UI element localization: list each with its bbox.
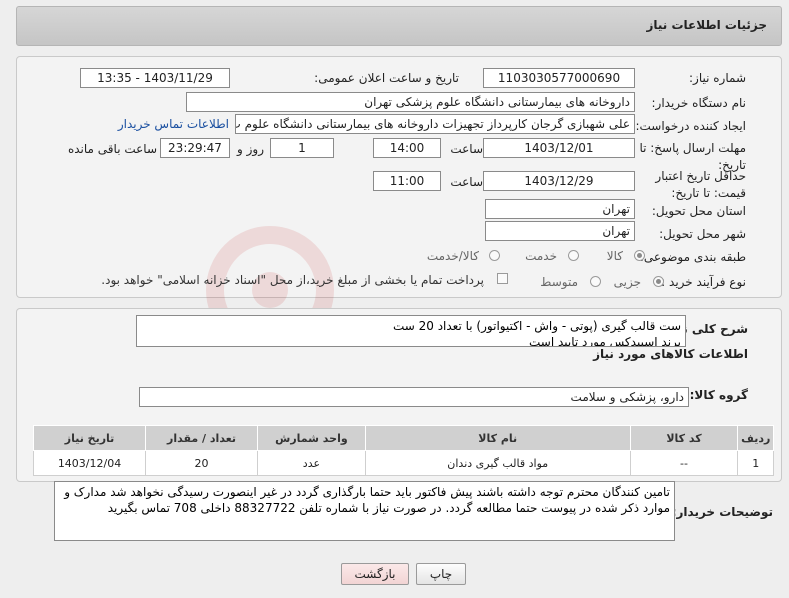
category-radio-service[interactable] [568, 250, 579, 261]
cell-name: مواد قالب گیری دندان [364, 450, 631, 476]
buyer-notes-textarea[interactable]: تامین کنندگان محترم توجه داشته باشند پیش… [54, 481, 675, 541]
province-label: استان محل تحویل: [651, 204, 746, 218]
price-validity-time-label: ساعت [450, 175, 483, 189]
page-title: جزئیات اطلاعات نیاز [646, 18, 767, 32]
category-radio-goods[interactable] [634, 250, 645, 261]
goods-section-title: اطلاعات کالاهای مورد نیاز [593, 347, 748, 361]
announce-datetime-label: تاریخ و ساعت اعلان عمومی: [314, 71, 459, 85]
deadline-date-field: 1403/12/01 [483, 138, 635, 158]
category-option-goods: کالا [606, 249, 623, 263]
purchase-option-medium: متوسط [540, 275, 578, 289]
cell-qty: 20 [145, 450, 259, 476]
description-textarea[interactable]: ست قالب گیری (پوتی - واش - اکتیواتور) با… [136, 315, 686, 347]
goods-table: ردیف کد کالا نام کالا واحد شمارش تعداد /… [32, 425, 774, 476]
treasury-bonds-note: پرداخت تمام یا بخشی از مبلغ خرید،از محل … [101, 273, 484, 287]
need-number-field: 1103030577000690 [483, 68, 635, 88]
print-button[interactable]: چاپ [416, 563, 466, 585]
purchase-process-label: نوع فرآیند خرید : [661, 275, 746, 289]
col-qty: تعداد / مقدار [145, 425, 259, 451]
creator-field: علی شهبازی گرجان کارپرداز تجهیزات داروخا… [235, 114, 635, 134]
back-button[interactable]: بازگشت [341, 563, 409, 585]
category-option-goods-service: کالا/خدمت [426, 249, 479, 263]
col-name: نام کالا [364, 425, 631, 451]
deadline-time-label: ساعت [450, 142, 483, 156]
category-label: طبقه بندی موضوعی: [639, 250, 746, 264]
days-label: روز و [237, 142, 264, 156]
cell-row: 1 [737, 450, 774, 476]
col-row: ردیف [737, 425, 774, 451]
province-field: تهران [485, 199, 635, 219]
col-date: تاریخ نیاز [32, 425, 147, 451]
category-option-service: خدمت [525, 249, 557, 263]
category-radio-goods-service[interactable] [489, 250, 500, 261]
buyer-notes-label: توضیحات خریدار: [671, 505, 773, 519]
announce-datetime-field: 1403/11/29 - 13:35 [80, 68, 230, 88]
deadline-time-field: 14:00 [373, 138, 441, 158]
creator-label: ایجاد کننده درخواست: [635, 119, 746, 133]
buyer-org-field: داروخانه های بیمارستانی دانشگاه علوم پزش… [186, 92, 635, 112]
cell-unit: عدد [257, 450, 366, 476]
goods-group-field: دارو، پزشکی و سلامت [139, 387, 689, 407]
table-row: 1 -- مواد قالب گیری دندان عدد 20 1403/12… [32, 450, 774, 476]
purchase-option-minor: جزیی [613, 275, 641, 289]
purchase-radio-medium[interactable] [590, 276, 601, 287]
cell-date: 1403/12/04 [32, 450, 147, 476]
price-validity-label: حداقل تاریخ اعتبار قیمت: تا تاریخ: [655, 169, 746, 200]
treasury-bonds-checkbox[interactable] [497, 273, 508, 284]
need-number-label: شماره نیاز: [689, 71, 746, 85]
price-validity-time-field: 11:00 [373, 171, 441, 191]
time-remaining-field: 23:29:47 [160, 138, 230, 158]
page-header: جزئیات اطلاعات نیاز [16, 6, 782, 46]
purchase-radio-minor[interactable] [653, 276, 664, 287]
price-validity-date-field: 1403/12/29 [483, 171, 635, 191]
city-field: تهران [485, 221, 635, 241]
goods-group-label: گروه کالا: [689, 388, 748, 402]
city-label: شهر محل تحویل: [659, 227, 746, 241]
time-remaining-label: ساعت باقی مانده [67, 142, 157, 156]
cell-code: -- [629, 450, 739, 476]
buyer-org-label: نام دستگاه خریدار: [651, 96, 747, 110]
col-unit: واحد شمارش [257, 425, 366, 451]
col-code: کد کالا [629, 425, 739, 451]
goods-table-header: ردیف کد کالا نام کالا واحد شمارش تعداد /… [32, 425, 774, 451]
days-remaining-field: 1 [270, 138, 334, 158]
buyer-contact-link[interactable]: اطلاعات تماس خریدار [118, 117, 229, 131]
